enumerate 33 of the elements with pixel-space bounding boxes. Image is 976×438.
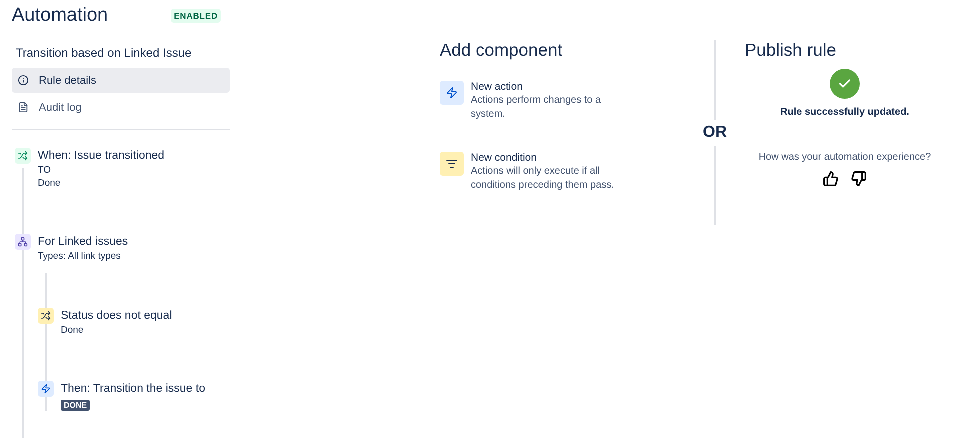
option-title[interactable]: New action — [471, 81, 685, 94]
thumbs-down-icon[interactable] — [851, 171, 867, 187]
success-icon — [830, 69, 860, 99]
step-detail: Done — [61, 324, 85, 337]
or-label: OR — [703, 122, 727, 142]
feedback-prompt: How was your automation experience? — [758, 152, 932, 163]
section-title: Publish rule — [745, 40, 838, 61]
option-description: Actions will only execute if all conditions preceding them pass. — [471, 165, 616, 193]
step-title[interactable]: For Linked issues — [38, 234, 230, 250]
section-title: Add component — [440, 40, 564, 61]
branch-icon — [15, 234, 31, 250]
action-icon — [38, 381, 54, 397]
trigger-icon — [15, 148, 31, 164]
step-title[interactable]: When: Issue transitioned — [38, 148, 230, 164]
success-message: Rule successfully updated. — [780, 107, 910, 118]
step-detail: TO — [38, 164, 52, 177]
option-description: Actions perform changes to a system. — [471, 94, 602, 122]
step-title[interactable]: Status does not equal — [61, 308, 230, 324]
thumbs-up-icon[interactable] — [823, 171, 839, 187]
filter-icon — [440, 152, 464, 176]
rule-name: Transition based on Linked Issue — [16, 46, 193, 60]
step-title[interactable]: Then: Transition the issue to — [61, 381, 230, 397]
info-icon — [18, 75, 29, 86]
document-icon — [18, 102, 29, 113]
step-detail: Done — [38, 177, 62, 190]
page-title: Automation — [12, 5, 108, 27]
status-badge: ENABLED — [171, 9, 221, 23]
nav-item[interactable]: Rule details — [12, 68, 230, 93]
status-lozenge: DONE — [61, 400, 90, 411]
condition-icon — [38, 308, 54, 324]
lightning-icon — [440, 81, 464, 105]
option-title[interactable]: New condition — [471, 152, 685, 165]
step-detail: Types: All link types — [38, 250, 122, 263]
